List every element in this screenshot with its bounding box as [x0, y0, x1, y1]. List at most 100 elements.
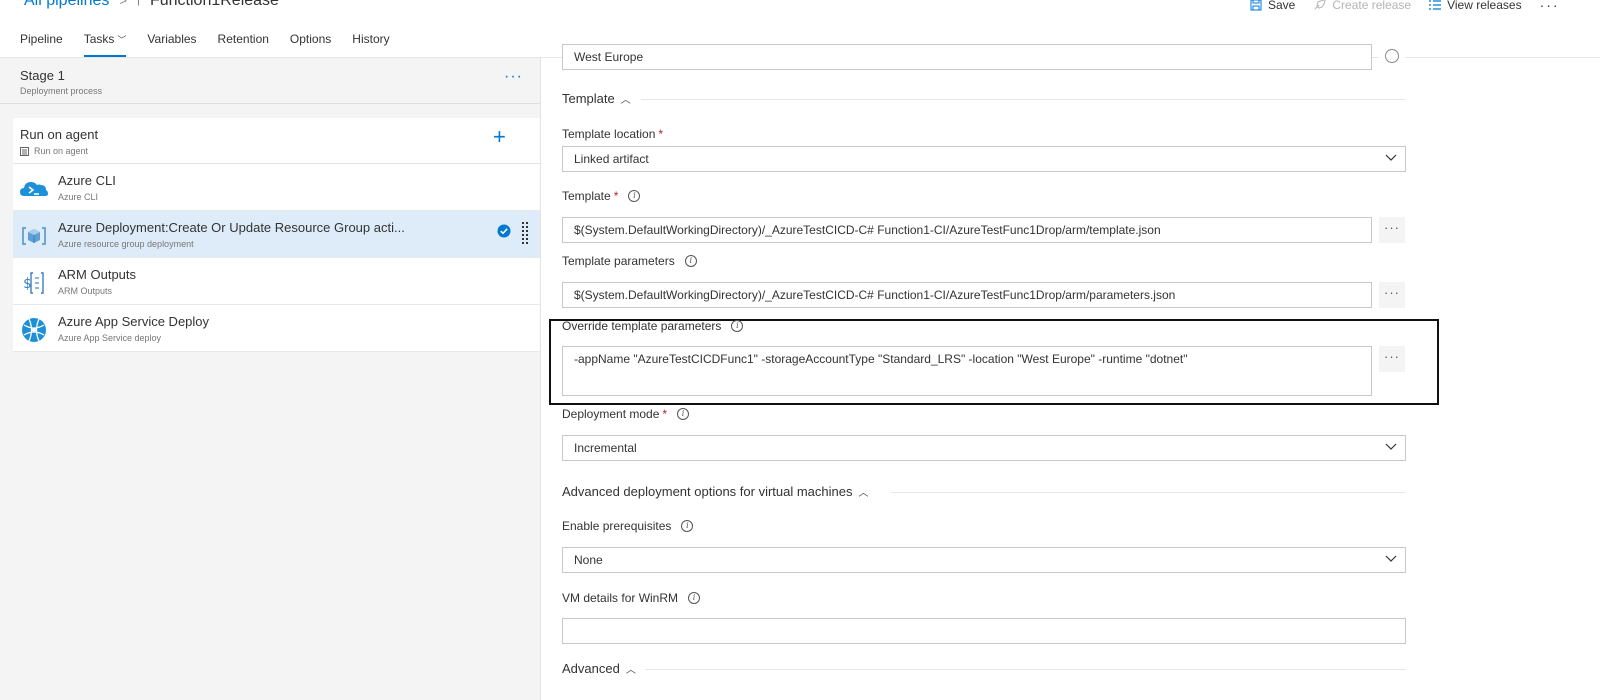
task-subtitle: Azure resource group deployment: [58, 239, 194, 249]
chevron-up-icon: ︿: [620, 95, 631, 106]
deployment-mode-value: Incremental: [574, 441, 637, 455]
info-icon[interactable]: i: [677, 408, 690, 420]
view-releases-button[interactable]: View releases: [1429, 0, 1522, 12]
override-parameters-textarea[interactable]: -appName "AzureTestCICDFunc1" -storageAc…: [562, 346, 1372, 396]
agent-job-row[interactable]: Run on agent Run on agent +: [13, 118, 540, 164]
template-location-value: Linked artifact: [574, 152, 649, 166]
pipeline-tabs: Pipeline Tasks ﹀ Variables Retention Opti…: [20, 32, 411, 57]
tab-label: Options: [289, 32, 332, 46]
release-pipeline-icon: ↑: [134, 0, 142, 8]
task-list-panel: Stage 1 Deployment process ··· Run on ag…: [0, 58, 541, 700]
view-releases-label: View releases: [1447, 0, 1522, 12]
task-title: Azure App Service Deploy: [58, 314, 210, 329]
override-parameters-value: -appName "AzureTestCICDFunc1" -storageAc…: [574, 352, 1188, 366]
rocket-icon: [1315, 0, 1326, 10]
template-parameters-input[interactable]: $(System.DefaultWorkingDirectory)/_Azure…: [562, 282, 1372, 308]
location-info-icon: [1379, 44, 1405, 70]
task-title: Azure Deployment:Create Or Update Resour…: [58, 220, 405, 235]
breadcrumb-separator: >: [119, 0, 127, 8]
save-icon: [1250, 0, 1262, 11]
enable-prerequisites-select[interactable]: None: [562, 547, 1406, 573]
advanced-vm-section-header[interactable]: Advanced deployment options for virtual …: [562, 484, 869, 499]
tab-pipeline[interactable]: Pipeline: [20, 32, 63, 54]
task-title: ARM Outputs: [58, 267, 137, 282]
tab-label: Tasks: [83, 32, 115, 46]
stage-title: Stage 1: [20, 68, 65, 83]
info-icon[interactable]: i: [684, 255, 697, 267]
task-row-azure-cli[interactable]: Azure CLI Azure CLI: [13, 164, 540, 211]
breadcrumb-all-pipelines[interactable]: All pipelines: [24, 0, 109, 9]
vm-details-label: VM details for WinRM i: [562, 591, 701, 605]
agent-job-title: Run on agent: [20, 127, 99, 142]
azure-cli-icon: [20, 182, 48, 196]
required-marker: *: [662, 407, 668, 421]
stage-header[interactable]: Stage 1 Deployment process ···: [0, 58, 540, 104]
template-parameters-browse-button[interactable]: ···: [1379, 282, 1405, 308]
tab-label: Pipeline: [20, 32, 63, 46]
agent-job-subtitle: Run on agent: [20, 146, 88, 156]
tab-label: Retention: [217, 32, 269, 46]
template-location-label-text: Template location: [562, 127, 656, 141]
info-icon[interactable]: i: [681, 520, 694, 532]
info-icon[interactable]: i: [628, 190, 641, 202]
page-title: Function1Release: [149, 0, 279, 9]
vm-details-input[interactable]: [562, 618, 1406, 644]
chevron-up-icon: ︿: [858, 488, 869, 499]
drag-handle-icon[interactable]: [521, 221, 529, 245]
stage-more-icon[interactable]: ···: [504, 68, 523, 86]
add-task-icon[interactable]: +: [493, 124, 506, 150]
create-release-button[interactable]: Create release: [1313, 0, 1411, 12]
required-marker: *: [658, 127, 664, 141]
template-parameters-label: Template parameters i: [562, 254, 697, 268]
advanced-vm-section-title: Advanced deployment options for virtual …: [562, 484, 853, 499]
task-title: Azure CLI: [58, 173, 116, 188]
tab-history[interactable]: History: [352, 32, 389, 54]
template-section-title: Template: [562, 91, 615, 106]
template-path-input[interactable]: $(System.DefaultWorkingDirectory)/_Azure…: [562, 217, 1372, 243]
arm-outputs-icon: $: [23, 272, 44, 294]
template-location-select[interactable]: Linked artifact: [562, 146, 1406, 172]
tab-tasks[interactable]: Tasks ﹀: [83, 32, 127, 57]
task-row-azure-deployment[interactable]: Azure Deployment:Create Or Update Resour…: [13, 211, 540, 258]
template-label-text: Template: [562, 189, 611, 203]
chevron-down-icon: ﹀: [117, 35, 127, 45]
deployment-mode-select[interactable]: Incremental: [562, 435, 1406, 461]
override-parameters-label-text: Override template parameters: [562, 319, 722, 333]
section-divider: [641, 99, 1406, 100]
template-browse-button[interactable]: ···: [1379, 217, 1405, 243]
template-location-label: Template location *: [562, 127, 663, 141]
advanced-section-title: Advanced: [562, 661, 620, 676]
deployment-mode-label-text: Deployment mode: [562, 407, 660, 421]
info-icon[interactable]: i: [688, 592, 701, 604]
agent-icon: [20, 146, 29, 156]
save-button-label: Save: [1268, 0, 1296, 12]
task-subtitle: ARM Outputs: [58, 286, 113, 296]
app-service-icon: [22, 318, 46, 342]
tab-label: History: [352, 32, 390, 46]
header-actions: Save Create release View releases ···: [1250, 0, 1560, 13]
save-button[interactable]: Save: [1250, 0, 1295, 12]
task-row-arm-outputs[interactable]: $ ARM Outputs ARM Outputs: [13, 258, 540, 305]
tab-retention[interactable]: Retention: [218, 32, 269, 54]
tab-options[interactable]: Options: [290, 32, 331, 54]
template-section-header[interactable]: Template ︿: [562, 91, 631, 106]
vm-details-label-text: VM details for WinRM: [562, 591, 679, 605]
required-marker: *: [613, 189, 619, 203]
override-parameters-edit-button[interactable]: ···: [1379, 346, 1405, 372]
task-row-app-service-deploy[interactable]: Azure App Service Deploy Azure App Servi…: [13, 305, 540, 352]
enable-prerequisites-label-text: Enable prerequisites: [562, 519, 672, 533]
more-actions-icon[interactable]: ···: [1540, 0, 1560, 13]
enable-prerequisites-value: None: [574, 553, 603, 567]
breadcrumb: All pipelines > ↑ Function1Release: [24, 0, 279, 10]
tab-variables[interactable]: Variables: [147, 32, 196, 54]
template-label: Template * i: [562, 189, 641, 203]
location-field[interactable]: West Europe: [562, 44, 1372, 70]
info-icon[interactable]: i: [731, 320, 744, 332]
template-parameters-value: $(System.DefaultWorkingDirectory)/_Azure…: [574, 288, 1176, 302]
deployment-mode-label: Deployment mode * i: [562, 407, 690, 421]
task-subtitle: Azure CLI: [58, 192, 99, 202]
stage-subtitle: Deployment process: [20, 86, 103, 96]
chevron-down-icon: [1385, 443, 1397, 450]
advanced-section-header[interactable]: Advanced ︿: [562, 661, 636, 676]
template-parameters-label-text: Template parameters: [562, 254, 675, 268]
